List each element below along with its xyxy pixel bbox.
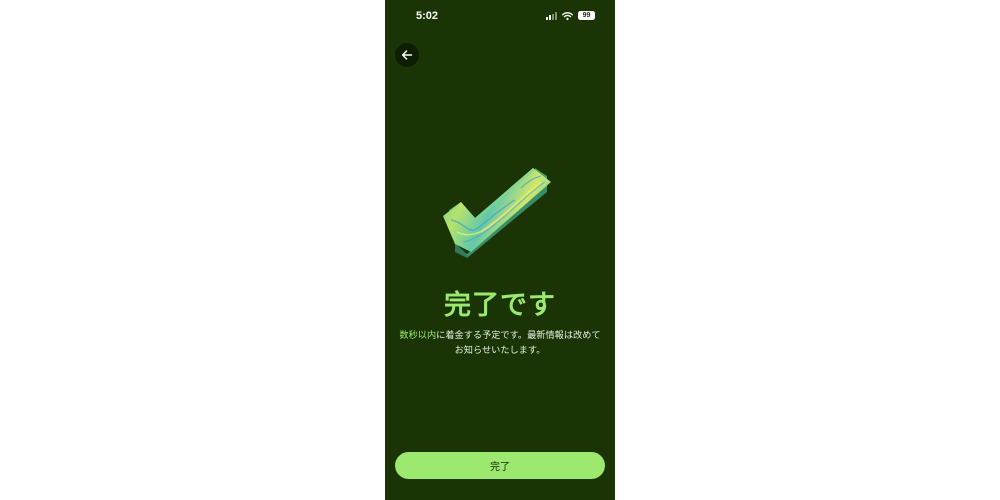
checkmark-icon <box>443 168 551 258</box>
phone-screen: 5:02 99 完了です 数秒以内に着金する予定です。最新情報は改めてお知らせい… <box>385 0 615 500</box>
completion-message: 数秒以内に着金する予定です。最新情報は改めてお知らせいたします。 <box>395 329 605 358</box>
back-button[interactable] <box>395 43 419 67</box>
status-icons: 99 <box>546 11 595 20</box>
arrow-left-icon <box>401 50 413 60</box>
status-time: 5:02 <box>416 10 439 22</box>
message-highlight: 数秒以内 <box>399 330 437 341</box>
battery-icon: 99 <box>578 11 595 20</box>
done-button[interactable]: 完了 <box>395 452 605 479</box>
cellular-signal-icon <box>546 11 557 20</box>
wifi-icon <box>562 11 573 20</box>
page-title: 完了です <box>444 290 556 321</box>
message-text: に着金する予定です。最新情報は改めてお知らせいたします。 <box>436 330 601 356</box>
status-bar: 5:02 99 <box>385 0 615 34</box>
